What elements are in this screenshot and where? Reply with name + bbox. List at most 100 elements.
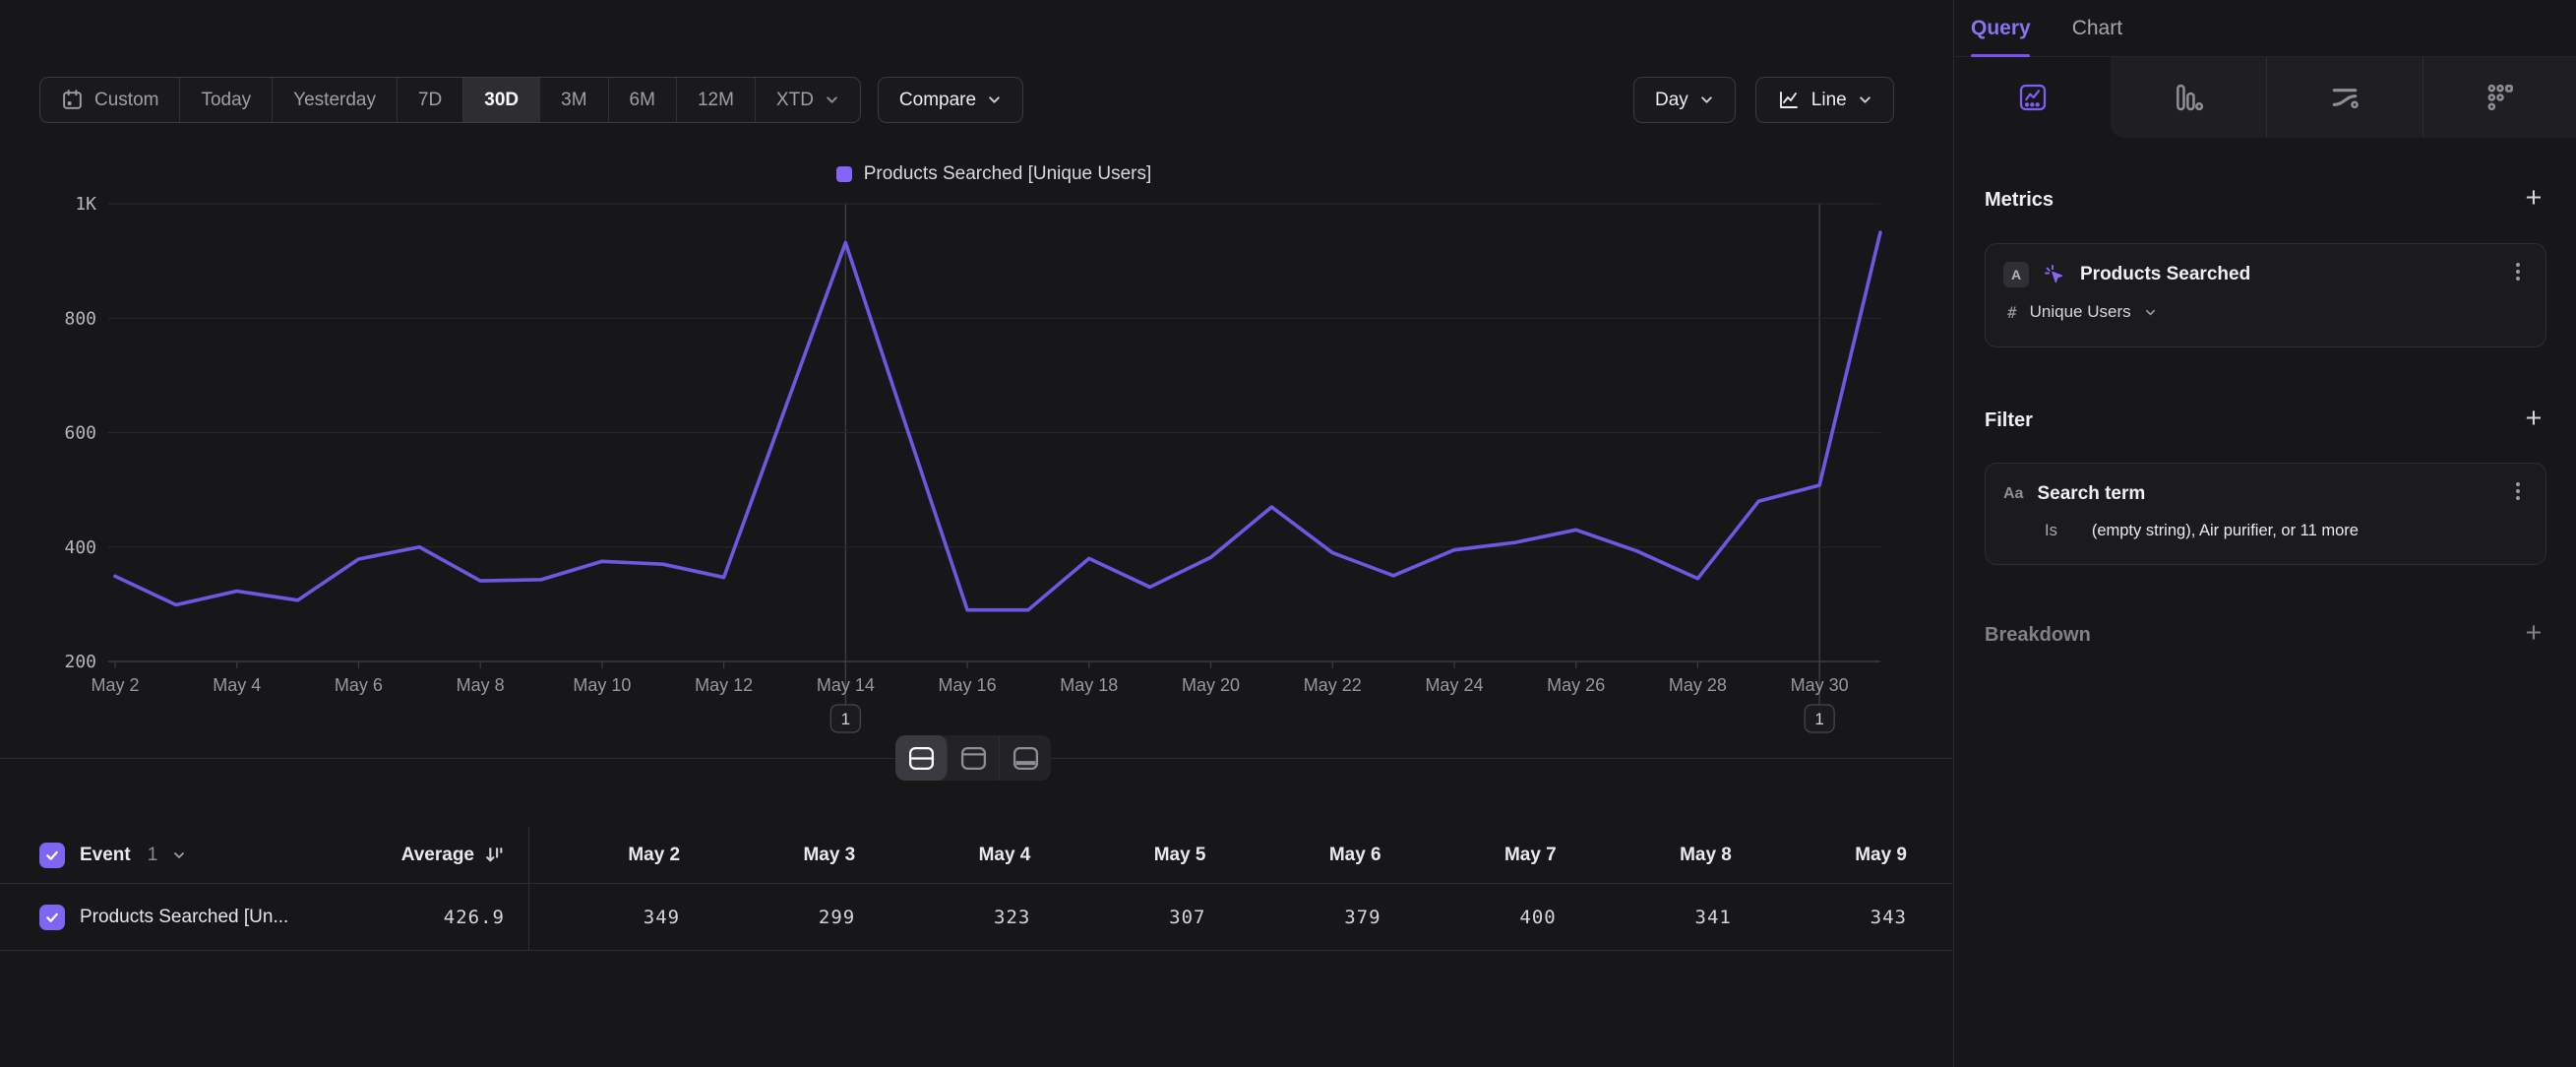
date-column-header: May 6	[1206, 845, 1381, 866]
date-column-header: May 7	[1381, 845, 1557, 866]
value-cell: 307	[1030, 907, 1205, 928]
range-xtd-button[interactable]: XTD	[756, 78, 860, 122]
calendar-icon	[61, 89, 84, 111]
chevron-down-icon	[1858, 93, 1872, 107]
event-count: 1	[148, 845, 158, 866]
range-6m-button[interactable]: 6M	[609, 78, 677, 122]
report-type-strip	[1955, 57, 2576, 138]
x-axis-label: May 10	[573, 675, 631, 695]
chart-legend[interactable]: Products Searched [Unique Users]	[108, 163, 1879, 185]
chevron-down-icon	[1699, 93, 1714, 107]
range-label: Today	[201, 90, 251, 111]
select-all-checkbox[interactable]	[39, 843, 65, 868]
granularity-label: Day	[1655, 90, 1688, 111]
date-column-header: May 9	[1732, 845, 1907, 866]
table-header-row: Event 1 Average May 2May 3May 4May 5May …	[0, 827, 1954, 884]
line-chart-icon	[1777, 89, 1801, 112]
compare-button[interactable]: Compare	[878, 77, 1023, 123]
kebab-menu-icon[interactable]	[2508, 480, 2528, 507]
event-cursor-icon	[2043, 263, 2066, 286]
report-type-retention[interactable]	[2423, 57, 2576, 138]
breakdown-table: Event 1 Average May 2May 3May 4May 5May …	[0, 827, 1954, 951]
chart-controls: Day Line	[1633, 77, 1894, 123]
number-type-icon: #	[2007, 303, 2017, 322]
annotation-badge-label: 1	[1814, 710, 1823, 728]
line-chart[interactable]: 1K800600400200May 2May 4May 6May 8May 10…	[0, 187, 1954, 758]
report-type-flows[interactable]	[2266, 57, 2423, 138]
row-checkbox[interactable]	[39, 905, 65, 930]
filter-value: (empty string), Air purifier, or 11 more	[2092, 522, 2359, 540]
layout-chart-only-button[interactable]	[948, 735, 1000, 781]
sort-icon	[484, 845, 505, 865]
legend-swatch	[836, 166, 852, 182]
average-header-cell[interactable]: Average	[344, 845, 505, 866]
range-label: 3M	[561, 90, 586, 111]
column-divider	[528, 827, 529, 951]
text-property-icon: Aa	[2003, 485, 2023, 503]
range-label: Yesterday	[293, 90, 376, 111]
kebab-menu-icon[interactable]	[2508, 261, 2528, 287]
metrics-heading: Metrics	[1985, 189, 2054, 212]
metric-name: Products Searched	[2080, 264, 2250, 285]
granularity-button[interactable]: Day	[1633, 77, 1736, 123]
date-column-header: May 4	[855, 845, 1030, 866]
add-metric-button[interactable]: +	[2519, 183, 2548, 213]
event-cell: Products Searched [Un...	[39, 905, 344, 930]
average-header-label: Average	[401, 845, 474, 866]
value-cell: 379	[1206, 907, 1381, 928]
date-column-header: May 2	[505, 845, 680, 866]
chart-type-button[interactable]: Line	[1755, 77, 1894, 123]
event-name: Products Searched [Un...	[80, 907, 288, 928]
report-type-insights[interactable]	[1955, 57, 2111, 138]
date-column-header: May 8	[1557, 845, 1732, 866]
range-label: 30D	[484, 90, 519, 111]
range-30d-button[interactable]: 30D	[463, 78, 540, 122]
range-today-button[interactable]: Today	[180, 78, 273, 122]
range-label: Custom	[94, 90, 158, 111]
range-7d-button[interactable]: 7D	[398, 78, 463, 122]
x-axis-label: May 22	[1304, 675, 1362, 695]
analytics-app: Custom Today Yesterday 7D 30D 3M 6M12M XTD Comp…	[0, 0, 2576, 1067]
chevron-down-icon[interactable]	[172, 848, 186, 862]
tab-chart[interactable]: Chart	[2072, 17, 2122, 40]
active-tab-underline	[1971, 54, 2030, 57]
x-axis-label: May 4	[213, 675, 261, 695]
table-row[interactable]: Products Searched [Un... 426.9 349299323…	[0, 884, 1954, 951]
chevron-down-icon	[825, 93, 839, 107]
layout-split-button[interactable]	[895, 735, 948, 781]
range-label: XTD	[776, 90, 814, 111]
measure-label: Unique Users	[2030, 302, 2131, 322]
layout-table-only-button[interactable]	[1000, 735, 1051, 781]
filter-card-header: Aa Search term	[1986, 464, 2545, 507]
metric-measure-row[interactable]: # Unique Users	[1986, 287, 2545, 322]
layout-toggle-group	[895, 735, 1051, 781]
filter-card[interactable]: Aa Search term Is (empty string), Air pu…	[1985, 463, 2546, 565]
x-axis-label: May 14	[817, 675, 875, 695]
series-line[interactable]	[115, 232, 1880, 610]
event-header-cell: Event 1	[39, 843, 344, 868]
average-value: 426.9	[444, 907, 505, 928]
value-cell: 341	[1557, 907, 1732, 928]
x-axis-label: May 12	[695, 675, 753, 695]
add-filter-button[interactable]: +	[2519, 404, 2548, 433]
filter-condition-row[interactable]: Is (empty string), Air purifier, or 11 m…	[1986, 507, 2545, 540]
date-range-toolbar: Custom Today Yesterday 7D 30D 3M 6M12M XTD Comp…	[39, 77, 1023, 123]
report-type-funnels[interactable]	[2111, 57, 2266, 138]
value-cell: 349	[505, 907, 680, 928]
range-yesterday-button[interactable]: Yesterday	[273, 78, 398, 122]
metric-card[interactable]: A Products Searched # Unique Users	[1985, 243, 2546, 347]
event-header-label: Event	[80, 845, 131, 866]
annotation-badge-label: 1	[841, 710, 850, 728]
x-axis-label: May 6	[335, 675, 383, 695]
value-cell: 400	[1381, 907, 1557, 928]
add-breakdown-button[interactable]: +	[2519, 618, 2548, 648]
y-axis-label: 600	[64, 423, 96, 444]
filter-heading: Filter	[1985, 409, 2033, 432]
metric-letter-badge: A	[2003, 262, 2029, 287]
range-3m-button[interactable]: 3M	[540, 78, 608, 122]
x-axis-label: May 18	[1060, 675, 1118, 695]
tab-query[interactable]: Query	[1971, 17, 2031, 40]
range-12m-button[interactable]: 12M	[677, 78, 756, 122]
date-range-group: Custom Today Yesterday 7D 30D 3M 6M12M XTD	[39, 77, 861, 123]
range-custom-button[interactable]: Custom	[40, 78, 180, 122]
